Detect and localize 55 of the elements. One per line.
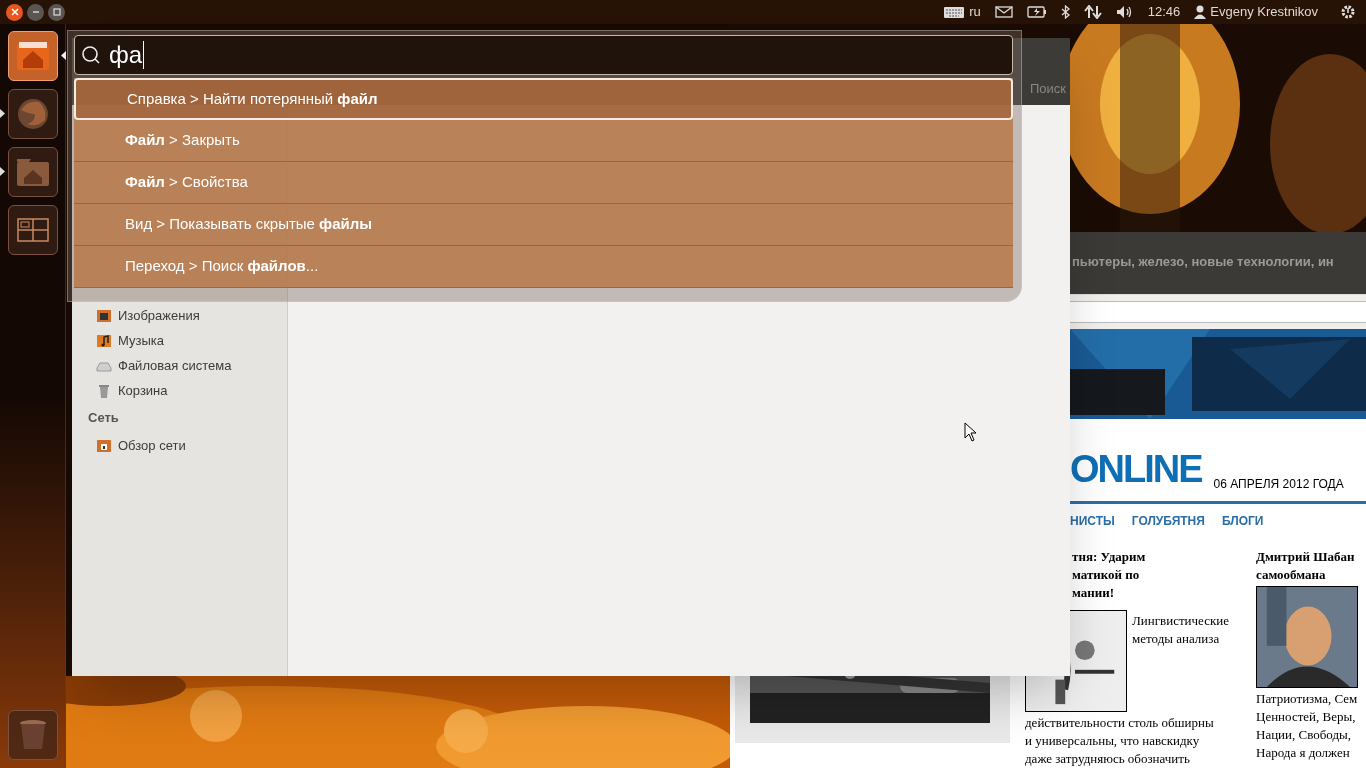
gear-icon[interactable] [1340,4,1356,20]
trash-icon [96,382,112,399]
site-tagline: пьютеры, железо, новые технологии, ин [1072,254,1334,269]
sidebar-item[interactable]: Обзор сети [118,435,186,456]
site-logo[interactable]: ONLINE [1070,445,1202,494]
article-title-line[interactable]: тня: Ударим [1072,548,1146,566]
mail-icon[interactable] [994,5,1013,19]
close-button[interactable] [6,3,23,21]
network-arrows-icon[interactable] [1083,5,1102,19]
music-folder-icon [96,332,112,349]
search-query: фа [109,41,145,69]
nav-link[interactable]: БЛОГИ [1221,512,1264,530]
site-date: 06 АПРЕЛЯ 2012 ГОДА [1213,476,1344,494]
sidebar-heading: Сеть [87,409,120,428]
network-folder-icon [96,437,112,454]
minimize-icon [31,8,40,16]
sidebar-item[interactable]: Изображения [118,305,200,326]
nav-link[interactable]: ГОЛУБЯТНЯ [1131,512,1205,530]
mouse-pointer-icon [964,422,977,442]
clock[interactable]: 12:46 [1147,2,1181,22]
article-text-line: Лингвистические [1132,612,1229,630]
article-text-line: Патриотизма, Сем [1256,690,1358,708]
search-icon [81,45,101,65]
sidebar-item[interactable]: Корзина [118,380,168,401]
article-text-line: Нации, Свободы, [1256,726,1353,744]
user-icon[interactable] [1194,5,1207,19]
nav-link[interactable]: НИСТЫ [1070,512,1115,530]
article-title-line[interactable]: мании! [1072,584,1115,602]
sidebar-item[interactable]: Файловая система [118,355,232,376]
pictures-folder-icon [96,307,112,324]
volume-icon[interactable] [1115,5,1134,19]
article-text-line: действительности столь обширны [1025,714,1215,732]
article-text-line: Ценностей, Веры, [1256,708,1357,726]
running-indicator-icon [0,109,5,118]
battery-icon[interactable] [1026,6,1047,18]
running-indicator-icon [0,167,5,176]
close-icon [10,8,19,16]
maximize-button[interactable] [48,3,65,21]
article-title-line[interactable]: матикой по [1072,566,1140,584]
keyboard-layout-label[interactable]: ru [969,2,981,22]
sidebar-item[interactable]: Музыка [118,330,164,351]
hud-result[interactable]: Справка > Найти потерянный файл [74,78,1013,120]
article-title-line[interactable]: самообмана [1256,566,1358,584]
maximize-icon [52,8,61,16]
search-field[interactable]: фа [74,35,1013,75]
article-text-line: Народа я должен [1256,744,1351,762]
keyboard-icon[interactable] [943,5,966,19]
bluetooth-icon[interactable] [1060,5,1070,19]
article-text-line: методы анализа [1132,630,1221,648]
article-title-line[interactable]: Дмитрий Шабан [1256,548,1358,566]
article-text-line: даже затрудняюсь обозначить [1025,750,1191,768]
article-text-line: и универсальны, что навскидку [1025,732,1201,750]
user-name[interactable]: Evgeny Krestnikov [1210,2,1318,22]
globe-fox-icon [15,96,51,132]
minimize-button[interactable] [27,3,44,21]
